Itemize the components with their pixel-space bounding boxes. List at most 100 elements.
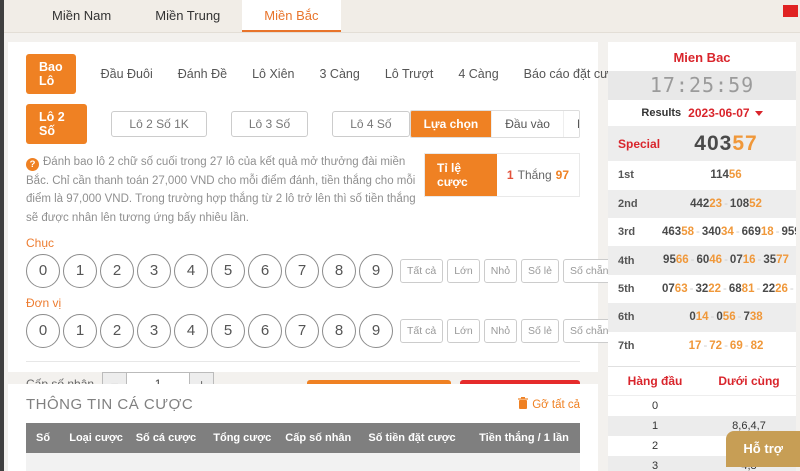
digit-circle[interactable]: 7 [285, 314, 319, 348]
bet-tab[interactable]: Lô Xiên [252, 67, 294, 81]
prize-number: 6046 [696, 254, 722, 266]
filter-button[interactable]: Tất cả [400, 319, 443, 343]
support-button[interactable]: Hỗ trợ [726, 431, 800, 467]
filter-button[interactable]: Số lẻ [521, 259, 559, 283]
filter-button[interactable]: Tất cả [400, 259, 443, 283]
head-cell: 0 [608, 396, 702, 416]
prize-row: 7th17-72-69-82 [608, 332, 796, 360]
prize-numbers: 46358-34034-66918-95949-25795-45788 [662, 223, 796, 241]
region-tab[interactable]: Miền Nam [30, 0, 133, 32]
results-label: Results [641, 107, 681, 119]
help-icon: ? [26, 158, 39, 171]
number-tail: 23 [709, 198, 722, 210]
prize-number: 82 [751, 340, 764, 352]
number-separator: - [756, 283, 760, 295]
bet-subtab[interactable]: Lô 2 Số 1K [111, 111, 206, 137]
region-tab[interactable]: Miền Bắc [242, 0, 340, 32]
number-separator: - [745, 340, 749, 352]
number-head: 340 [702, 226, 721, 238]
digit-circle[interactable]: 9 [359, 254, 393, 288]
number-separator: - [696, 226, 700, 238]
digit-circle[interactable]: 8 [322, 254, 356, 288]
number-separator: - [738, 311, 742, 323]
prize-label: 6th [618, 311, 662, 323]
digit-circle[interactable]: 1 [63, 314, 97, 348]
odds-rate-button[interactable]: Tỉ lệ cược [425, 154, 497, 196]
table-column-header: Tổng cược [203, 423, 275, 453]
digit-circle[interactable]: 5 [211, 254, 245, 288]
number-head: 114 [710, 169, 729, 181]
number-tail: 57 [732, 132, 757, 155]
digit-circle[interactable]: 5 [211, 314, 245, 348]
prize-number: 738 [743, 311, 762, 323]
head-cell: 1 [608, 416, 702, 436]
number-head: 403 [694, 132, 732, 155]
table-column-header: Số tiền đặt cược [358, 423, 469, 453]
prize-label: 4th [618, 255, 662, 267]
region-tab[interactable]: Miền Trung [133, 0, 242, 32]
prize-numbers: 9566-6046-0716-3577 [662, 251, 790, 269]
number-tail: 81 [742, 283, 755, 295]
bet-tab[interactable]: 3 Càng [320, 67, 360, 81]
bet-tab[interactable]: Lô Trượt [385, 67, 434, 81]
mode-tab[interactable]: Lựa chọn [411, 111, 492, 137]
number-tail: 26 [775, 283, 788, 295]
number-tail: 46 [709, 254, 722, 266]
mode-tab[interactable]: Đầu vào [491, 111, 563, 137]
prize-number: 014 [689, 311, 708, 323]
tail-cell [702, 396, 796, 416]
digit-circle[interactable]: 8 [322, 314, 356, 348]
digit-circle[interactable]: 1 [63, 254, 97, 288]
number-tail: 17 [689, 340, 702, 352]
prize-numbers: 0763-3222-6881-2226-9182-0024 [662, 280, 796, 298]
digit-circle[interactable]: 0 [26, 314, 60, 348]
notification-badge[interactable] [783, 5, 798, 17]
bet-tab[interactable]: Bao Lô [26, 54, 76, 94]
date-dropdown[interactable]: 2023-06-07 [688, 106, 762, 120]
digit-circle[interactable]: 9 [359, 314, 393, 348]
digit-circle[interactable]: 7 [285, 254, 319, 288]
table-column-header: Cấp số nhân [275, 423, 358, 453]
bet-description: ?Đánh bao lô 2 chữ số cuối trong 27 lô c… [26, 153, 424, 228]
filter-button[interactable]: Lớn [447, 259, 480, 283]
prize-number: 6881 [729, 283, 755, 295]
prize-number: 69 [730, 340, 743, 352]
number-separator: - [776, 226, 780, 238]
date-value: 2023-06-07 [688, 106, 749, 120]
mode-tab[interactable]: Nhanh [563, 111, 580, 137]
digit-circle[interactable]: 4 [174, 314, 208, 348]
bet-subtab[interactable]: Lô 3 Số [231, 111, 308, 137]
bet-panel: Bao Lô Đầu Đuôi Đánh Đề Lô Xiên 3 Càng Lô Trư… [8, 42, 598, 372]
number-head: 442 [690, 198, 709, 210]
bet-tab[interactable]: Đầu Đuôi [101, 67, 153, 81]
filter-button[interactable]: Lớn [447, 319, 480, 343]
bet-description-text: Đánh bao lô 2 chữ số cuối trong 27 lô củ… [26, 156, 416, 224]
filter-button[interactable]: Nhỏ [484, 259, 517, 283]
prize-row: 5th0763-3222-6881-2226-9182-0024 [608, 275, 796, 303]
filter-button[interactable]: Nhỏ [484, 319, 517, 343]
digit-circle[interactable]: 3 [137, 254, 171, 288]
head-cell: 2 [608, 436, 702, 456]
digit-circle[interactable]: 2 [100, 314, 134, 348]
number-head: 95 [663, 254, 676, 266]
filter-button[interactable]: Số lẻ [521, 319, 559, 343]
bet-type-tabs: Bao Lô Đầu Đuôi Đánh Đề Lô Xiên 3 Càng Lô Trư… [26, 54, 580, 94]
number-head: 07 [730, 254, 743, 266]
clear-all-button[interactable]: Gỡ tất cả [518, 397, 580, 412]
prize-numbers: 44223-10852 [662, 195, 790, 213]
bet-tab[interactable]: Đánh Đề [178, 67, 227, 81]
digit-circle[interactable]: 0 [26, 254, 60, 288]
bet-subtab[interactable]: Lô 2 Số [26, 104, 87, 144]
digit-circle[interactable]: 6 [248, 314, 282, 348]
digit-circle[interactable]: 6 [248, 254, 282, 288]
digit-circle[interactable]: 2 [100, 254, 134, 288]
number-head: 22 [762, 283, 775, 295]
digit-circle[interactable]: 3 [137, 314, 171, 348]
bet-subtab[interactable]: Lô 4 Số [332, 111, 409, 137]
number-tail: 63 [675, 283, 688, 295]
bet-tab[interactable]: 4 Càng [458, 67, 498, 81]
digit-circle[interactable]: 4 [174, 254, 208, 288]
number-tail: 34 [721, 226, 734, 238]
head-tail-column: Hàng đầu [608, 367, 702, 395]
prize-number: 34034 [702, 226, 734, 238]
